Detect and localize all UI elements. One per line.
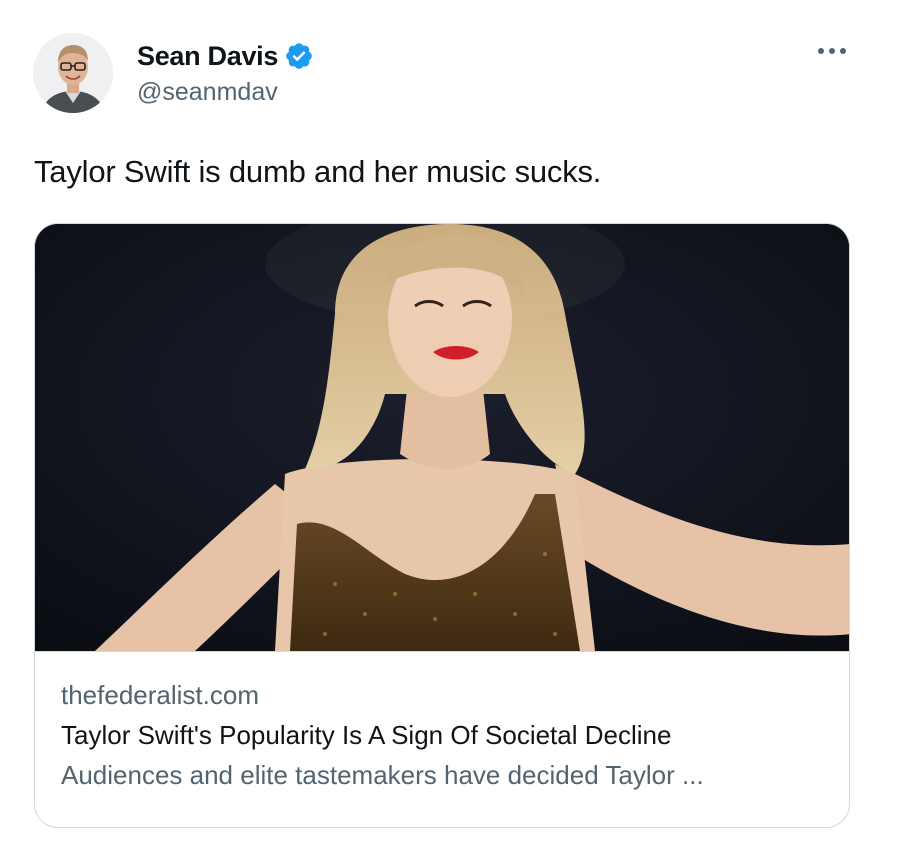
author-handle[interactable]: @seanmdav	[137, 78, 314, 107]
more-horizontal-icon	[818, 48, 846, 54]
user-avatar-icon	[33, 33, 113, 113]
more-options-button[interactable]	[812, 36, 852, 66]
author-info: Sean Davis @seanmdav	[137, 36, 314, 107]
name-row: Sean Davis	[137, 36, 314, 76]
tweet[interactable]: Sean Davis @seanmdav Taylor Swift is dum…	[0, 0, 904, 856]
performer-photo	[35, 224, 849, 651]
verified-badge-icon[interactable]	[284, 41, 314, 71]
card-domain: thefederalist.com	[61, 680, 259, 710]
author-avatar[interactable]	[33, 33, 113, 113]
tweet-text: Taylor Swift is dumb and her music sucks…	[34, 154, 602, 189]
card-meta: thefederalist.com Taylor Swift's Popular…	[61, 676, 831, 794]
link-card[interactable]: thefederalist.com Taylor Swift's Popular…	[34, 223, 850, 828]
card-description: Audiences and elite tastemakers have dec…	[61, 760, 704, 790]
author-display-name[interactable]: Sean Davis	[137, 41, 278, 72]
card-image[interactable]	[35, 224, 849, 652]
card-title: Taylor Swift's Popularity Is A Sign Of S…	[61, 720, 672, 750]
